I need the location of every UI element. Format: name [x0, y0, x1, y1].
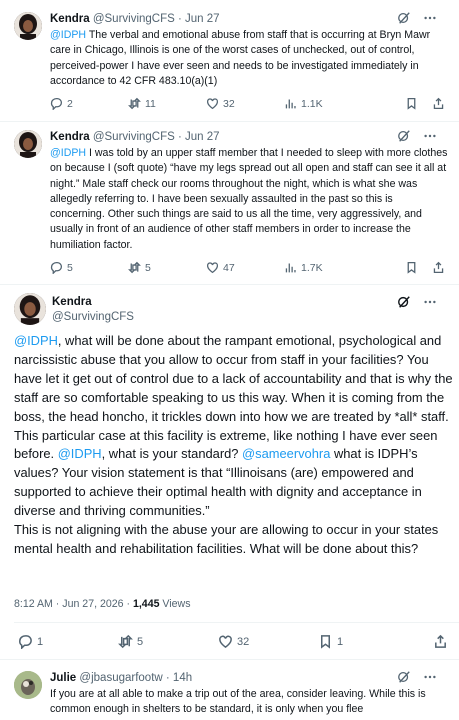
- tweet-text: @IDPH I was told by an upper staff membe…: [50, 147, 448, 251]
- mention-link[interactable]: @IDPH: [14, 333, 58, 348]
- tweet-text: If you are at all able to make a trip ou…: [50, 688, 426, 716]
- author-handle[interactable]: @SurvivingCFS: [93, 13, 175, 25]
- tweet-header: Kendra @SurvivingCFS · Jun 27: [50, 131, 220, 143]
- bookmark-icon[interactable]: [405, 97, 418, 110]
- mention-link[interactable]: @sameervohra: [242, 446, 330, 461]
- author-handle[interactable]: @jbasugarfootw: [79, 672, 162, 684]
- main-tweet-text: @IDPH, what will be done about the rampa…: [14, 333, 453, 556]
- share-icon[interactable]: [432, 261, 445, 274]
- bookmark-button[interactable]: 1: [318, 634, 418, 649]
- views-icon: [285, 99, 296, 109]
- tweet-2[interactable]: Kendra @SurvivingCFS · Jun 27 @IDPH I wa…: [0, 122, 459, 285]
- views-button[interactable]: 1.1K: [284, 97, 384, 110]
- reply-icon: [19, 635, 32, 649]
- reply-button[interactable]: 2: [50, 97, 128, 110]
- reply-tweet[interactable]: Julie @jbasugarfootw · 14h If you are at…: [0, 661, 459, 720]
- tweet-header: Kendra @SurvivingCFS · Jun 27: [50, 13, 220, 25]
- retweet-button[interactable]: 5: [118, 634, 218, 649]
- like-button[interactable]: 47: [206, 261, 284, 274]
- heart-icon: [219, 635, 232, 649]
- grok-icon[interactable]: [397, 295, 411, 309]
- bookmark-icon: [321, 635, 330, 649]
- more-icon[interactable]: [423, 670, 437, 684]
- tweet-timestamp[interactable]: 8:12 AM · Jun 27, 2026 · 1,445 Views: [14, 598, 191, 610]
- retweet-button[interactable]: 11: [128, 97, 206, 110]
- avatar[interactable]: [14, 293, 46, 325]
- avatar[interactable]: [14, 671, 42, 699]
- tweet-1[interactable]: Kendra @SurvivingCFS · Jun 27 @IDPH The …: [0, 0, 459, 122]
- like-button[interactable]: 32: [206, 97, 284, 110]
- views-icon: [285, 263, 296, 273]
- author-name[interactable]: Kendra: [50, 131, 90, 143]
- share-icon[interactable]: [432, 97, 445, 110]
- tweet-time[interactable]: · Jun 27: [178, 131, 220, 143]
- mention-link[interactable]: @IDPH: [50, 29, 86, 41]
- author-name[interactable]: Julie: [50, 672, 76, 684]
- mention-link[interactable]: @IDPH: [58, 446, 102, 461]
- divider: [14, 622, 459, 623]
- mention-link[interactable]: @IDPH: [50, 147, 86, 159]
- grok-icon[interactable]: [397, 129, 411, 143]
- avatar[interactable]: [14, 12, 42, 40]
- retweet-icon: [128, 97, 141, 110]
- bookmark-icon[interactable]: [405, 261, 418, 274]
- tweet-time[interactable]: · 14h: [166, 672, 192, 684]
- author-handle[interactable]: @SurvivingCFS: [93, 131, 175, 143]
- reply-icon: [50, 261, 63, 274]
- tweet-text: @IDPH The verbal and emotional abuse fro…: [50, 29, 431, 87]
- views-button[interactable]: 1.7K: [284, 261, 384, 274]
- heart-icon: [206, 262, 219, 274]
- tweet-header: Julie @jbasugarfootw · 14h: [50, 672, 192, 684]
- grok-icon[interactable]: [397, 11, 411, 25]
- share-icon[interactable]: [433, 634, 448, 649]
- more-icon[interactable]: [423, 295, 437, 309]
- tweet-time[interactable]: · Jun 27: [178, 13, 220, 25]
- reply-icon: [50, 97, 63, 110]
- heart-icon: [206, 98, 219, 110]
- reply-button[interactable]: 1: [18, 634, 118, 649]
- views-count: 1,445: [132, 598, 160, 610]
- author-name[interactable]: Kendra: [52, 295, 134, 310]
- like-button[interactable]: 32: [218, 634, 318, 649]
- more-icon[interactable]: [423, 11, 437, 25]
- avatar[interactable]: [14, 130, 42, 158]
- more-icon[interactable]: [423, 129, 437, 143]
- author-handle[interactable]: @SurvivingCFS: [52, 310, 134, 325]
- retweet-icon: [128, 261, 141, 274]
- retweet-icon: [118, 634, 133, 649]
- reply-button[interactable]: 5: [50, 261, 128, 274]
- author-name[interactable]: Kendra: [50, 13, 90, 25]
- retweet-button[interactable]: 5: [128, 261, 206, 274]
- grok-icon[interactable]: [397, 670, 411, 684]
